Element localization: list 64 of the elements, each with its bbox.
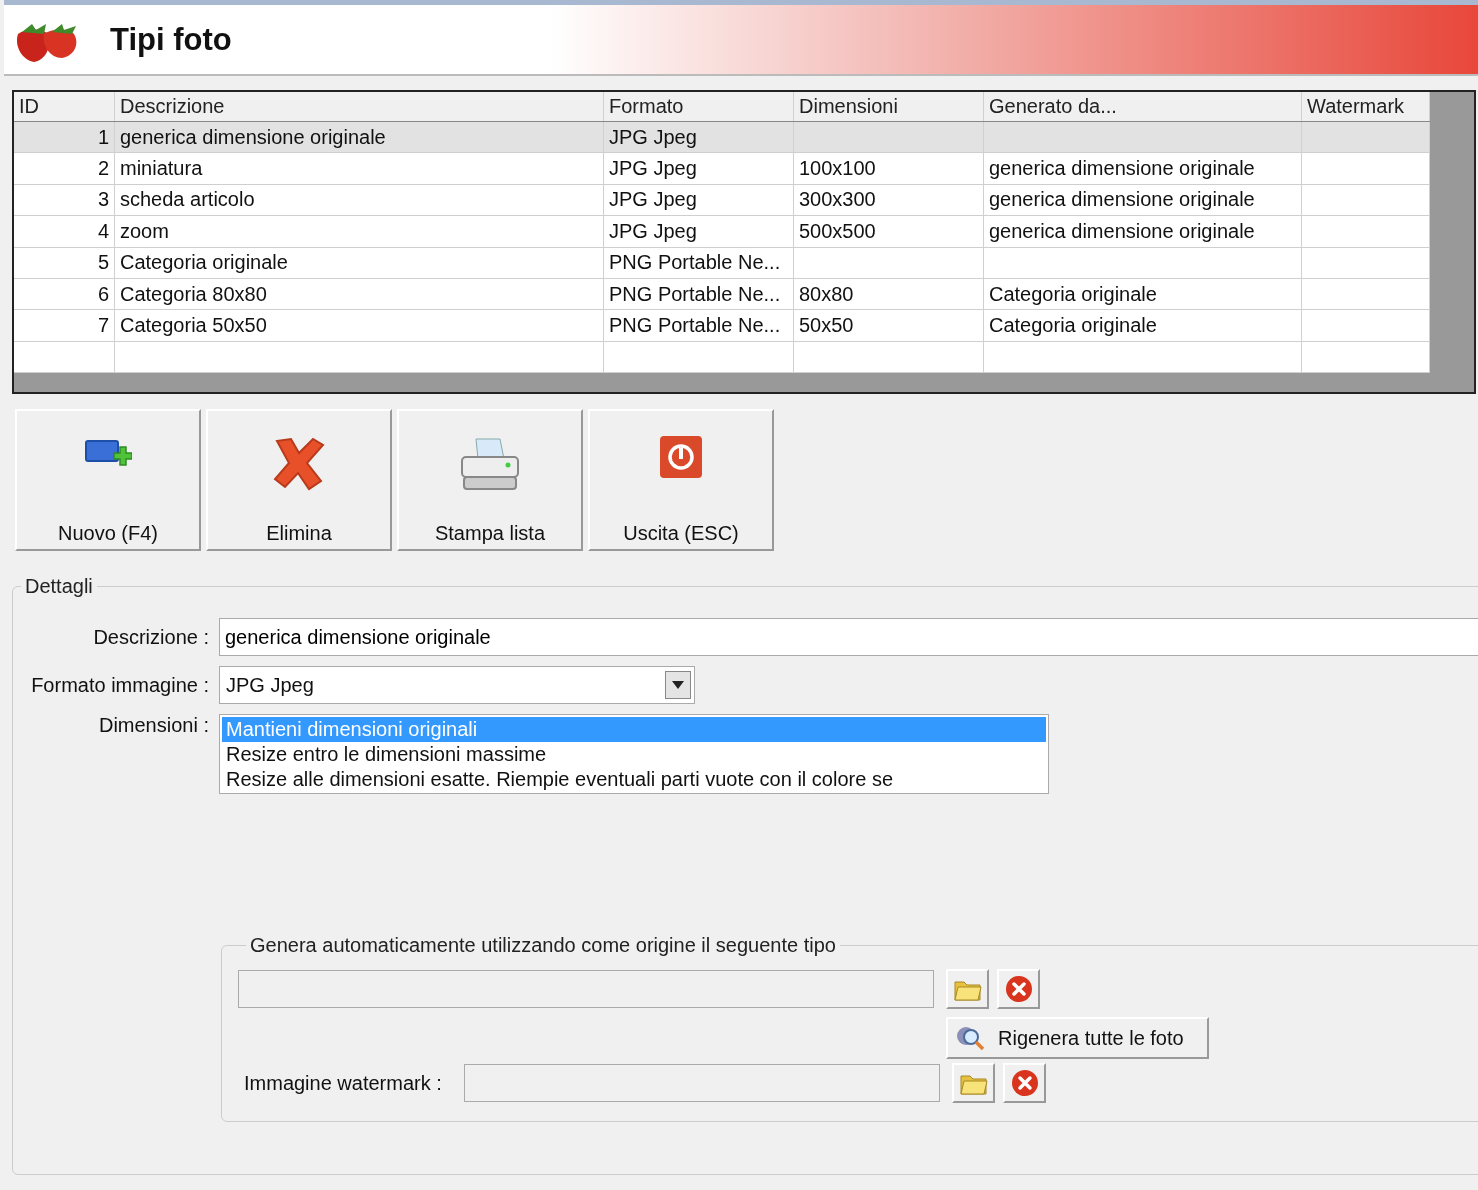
table-cell: generica dimensione originale bbox=[984, 216, 1302, 247]
table-cell: 5 bbox=[14, 247, 115, 278]
table-cell: 4 bbox=[14, 216, 115, 247]
table-cell: JPG Jpeg bbox=[604, 122, 794, 153]
power-icon bbox=[659, 435, 703, 479]
close-icon bbox=[1004, 975, 1033, 1003]
table-cell: generica dimensione originale bbox=[984, 153, 1302, 184]
dimensions-listbox[interactable]: Mantieni dimensioni originali Resize entro le dimensioni massime Resize alle dimensioni esatte. Riempie eventuali parti vuote con il colore se bbox=[219, 714, 1049, 794]
table-cell: Categoria 80x80 bbox=[115, 278, 604, 310]
table-cell: Categoria originale bbox=[115, 247, 604, 278]
gear-magnifier-icon bbox=[956, 1024, 986, 1052]
cross-icon bbox=[271, 435, 327, 491]
format-dropdown[interactable]: JPG Jpeg bbox=[219, 666, 695, 704]
group-title: Dettagli bbox=[24, 575, 94, 598]
delete-button[interactable]: Elimina bbox=[206, 409, 392, 551]
table-cell: PNG Portable Ne... bbox=[604, 278, 794, 310]
table-cell: JPG Jpeg bbox=[604, 184, 794, 216]
browse-button[interactable] bbox=[952, 1063, 995, 1103]
table-cell: miniatura bbox=[115, 153, 604, 184]
watermark-field[interactable] bbox=[464, 1064, 940, 1102]
table-cell: generica dimensione originale bbox=[984, 184, 1302, 216]
table-cell: 300x300 bbox=[794, 184, 984, 216]
field-label: Dimensioni : bbox=[97, 714, 210, 737]
print-button[interactable]: Stampa lista bbox=[397, 409, 583, 551]
window-title: Tipi foto bbox=[110, 21, 232, 58]
browse-button[interactable] bbox=[946, 969, 989, 1009]
exit-button[interactable]: Uscita (ESC) bbox=[588, 409, 774, 551]
table-cell: JPG Jpeg bbox=[604, 216, 794, 247]
clear-button[interactable] bbox=[1003, 1063, 1046, 1103]
source-type-field[interactable] bbox=[238, 970, 934, 1008]
field-label: Immagine watermark : bbox=[243, 1071, 443, 1095]
table-cell: Categoria 50x50 bbox=[115, 310, 604, 341]
column-header[interactable]: Descrizione bbox=[115, 92, 604, 121]
table-cell: zoom bbox=[115, 216, 604, 247]
column-header[interactable]: ID bbox=[14, 92, 115, 121]
field-label: Formato immagine : bbox=[30, 673, 210, 697]
table-cell: 500x500 bbox=[794, 216, 984, 247]
table-cell: 100x100 bbox=[794, 153, 984, 184]
close-icon bbox=[1010, 1069, 1039, 1097]
regenerate-button[interactable]: Rigenera tutte le foto bbox=[946, 1017, 1209, 1059]
list-option[interactable]: Resize entro le dimensioni massime bbox=[222, 742, 1046, 767]
column-header[interactable]: Dimensioni bbox=[794, 92, 984, 121]
table-cell: 6 bbox=[14, 278, 115, 310]
field-label: Descrizione : bbox=[92, 625, 210, 649]
table-cell: 3 bbox=[14, 184, 115, 216]
table-cell: 50x50 bbox=[794, 310, 984, 341]
table-cell: 2 bbox=[14, 153, 115, 184]
clear-button[interactable] bbox=[997, 969, 1040, 1009]
table-cell: PNG Portable Ne... bbox=[604, 310, 794, 341]
table-cell: JPG Jpeg bbox=[604, 153, 794, 184]
table-cell: Categoria originale bbox=[984, 278, 1302, 310]
description-field[interactable]: generica dimensione originale bbox=[219, 618, 1478, 656]
table-cell: generica dimensione originale bbox=[115, 122, 604, 153]
list-option[interactable]: Resize alle dimensioni esatte. Riempie eventuali parti vuote con il colore se bbox=[222, 767, 1046, 792]
table-cell: 1 bbox=[14, 122, 115, 153]
table-cell: 7 bbox=[14, 310, 115, 341]
table-cell: PNG Portable Ne... bbox=[604, 247, 794, 278]
column-header[interactable]: Formato bbox=[604, 92, 794, 121]
new-button[interactable]: Nuovo (F4) bbox=[15, 409, 201, 551]
table-cell: 80x80 bbox=[794, 278, 984, 310]
group-title: Genera automaticamente utilizzando come origine il seguente tipo bbox=[249, 934, 837, 957]
table-cell: Categoria originale bbox=[984, 310, 1302, 341]
table-cell: scheda articolo bbox=[115, 184, 604, 216]
column-header[interactable]: Generato da... bbox=[984, 92, 1302, 121]
